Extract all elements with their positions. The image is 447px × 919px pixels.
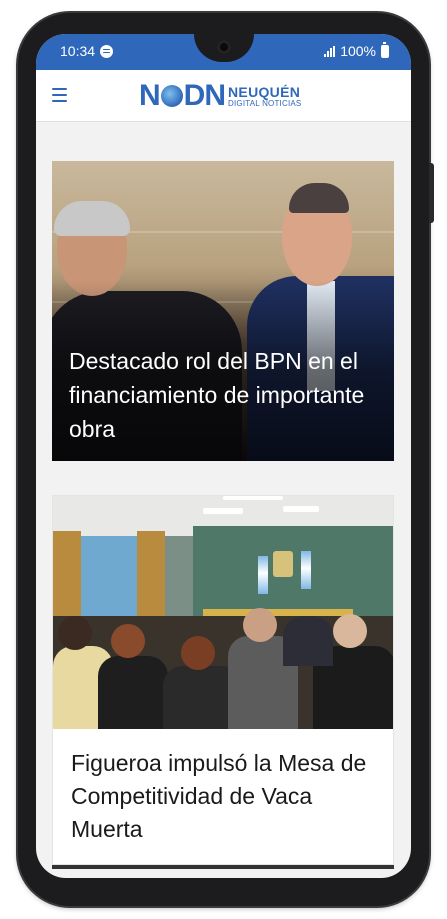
article-card[interactable]: Figueroa impulsó la Mesa de Competitivid… [52, 495, 394, 865]
logo-mark: N DN [139, 79, 226, 112]
logo-subtitle: DIGITAL NOTICIAS [228, 98, 302, 108]
battery-icon [381, 41, 389, 58]
next-card-edge [52, 865, 394, 869]
screen: 10:34 100% N DN NEUQUÉN DIGITAL NOTICIAS… [36, 34, 411, 878]
spotify-icon [100, 44, 114, 58]
side-button [429, 163, 434, 223]
logo-text: NEUQUÉN DIGITAL NOTICIAS [228, 85, 301, 108]
logo-letters-dn: DN [183, 79, 226, 112]
logo-city: NEUQUÉN [228, 83, 301, 100]
phone-frame: 10:34 100% N DN NEUQUÉN DIGITAL NOTICIAS… [18, 13, 434, 906]
logo-letter-n: N [139, 79, 161, 112]
battery-percent: 100% [340, 43, 376, 59]
signal-icon [324, 45, 336, 57]
article-image [53, 496, 393, 729]
news-feed: Destacado rol del BPN en el financiamien… [36, 122, 411, 878]
status-right: 100% [324, 41, 389, 59]
article-headline[interactable]: Figueroa impulsó la Mesa de Competitivid… [71, 747, 381, 846]
globe-icon [160, 85, 183, 107]
status-time: 10:34 [60, 43, 96, 59]
menu-icon[interactable] [52, 88, 67, 102]
article-card-featured[interactable]: Destacado rol del BPN en el financiamien… [52, 161, 394, 461]
status-left: 10:34 [60, 43, 114, 59]
front-camera [216, 40, 231, 54]
site-logo[interactable]: N DN NEUQUÉN DIGITAL NOTICIAS [139, 80, 301, 112]
app-header: N DN NEUQUÉN DIGITAL NOTICIAS [36, 70, 411, 122]
article-headline[interactable]: Destacado rol del BPN en el financiamien… [69, 344, 384, 446]
